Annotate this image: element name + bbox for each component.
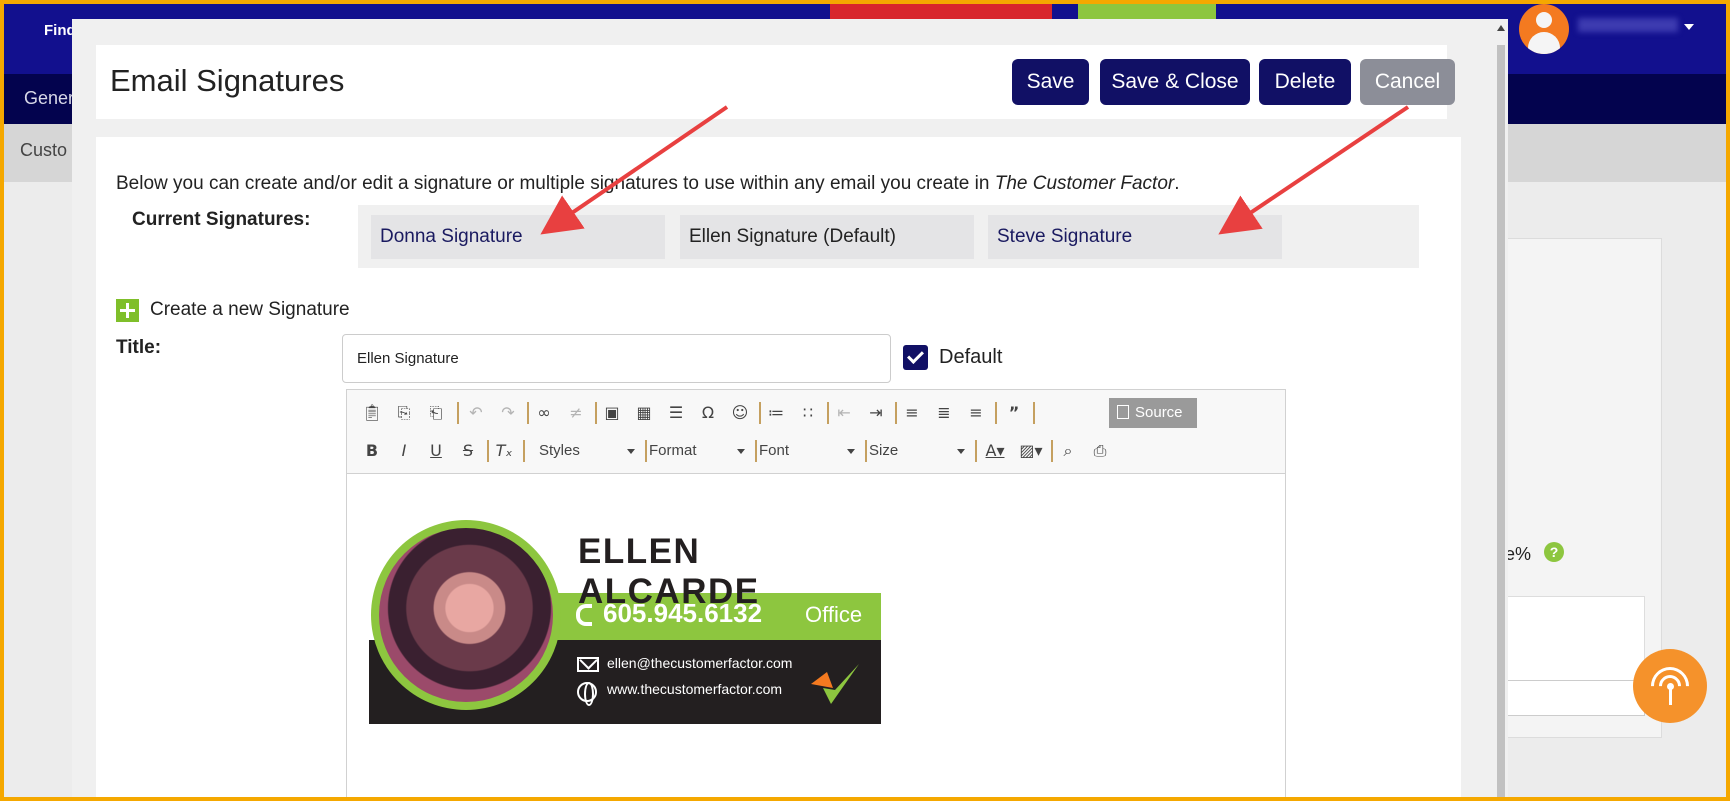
- source-button[interactable]: Source: [1109, 398, 1197, 428]
- cancel-button[interactable]: Cancel: [1360, 59, 1455, 105]
- size-combo[interactable]: Size: [869, 438, 965, 464]
- link-icon[interactable]: ∞: [531, 400, 557, 426]
- smiley-icon[interactable]: ☺: [727, 400, 753, 426]
- print-icon[interactable]: ⎙: [1087, 438, 1113, 464]
- signature-list: Donna Signature Ellen Signature (Default…: [358, 205, 1419, 268]
- paste-text-icon[interactable]: ⎘: [391, 400, 417, 426]
- chat-widget-icon[interactable]: [1633, 649, 1707, 723]
- intro-main: Below you can create and/or edit a signa…: [116, 173, 995, 194]
- rich-text-editor[interactable]: 📋︎ ⎘ ⎗ ↶ ↷ ∞ ≠ ▣ ▦ ☰ Ω ☺ ≔ ∷ ⇤ ⇥ ≡ ≣ ≡ ”…: [346, 389, 1286, 797]
- default-checkbox[interactable]: [903, 345, 928, 370]
- delete-button[interactable]: Delete: [1259, 59, 1351, 105]
- modal-scrollbar[interactable]: [1494, 19, 1508, 797]
- align-center-icon[interactable]: ≣: [931, 400, 957, 426]
- undo-icon[interactable]: ↶: [463, 400, 489, 426]
- profile-photo: [371, 520, 561, 710]
- bulleted-list-icon[interactable]: ∷: [795, 400, 821, 426]
- signature-item-steve[interactable]: Steve Signature: [988, 215, 1282, 259]
- signature-item-donna[interactable]: Donna Signature: [371, 215, 665, 259]
- default-label: Default: [939, 346, 1003, 368]
- align-right-icon[interactable]: ≡: [963, 400, 989, 426]
- save-button[interactable]: Save: [1012, 59, 1089, 105]
- font-combo[interactable]: Font: [759, 438, 855, 464]
- preview-icon[interactable]: ⌕: [1055, 438, 1081, 464]
- paste-icon[interactable]: 📋︎: [359, 400, 385, 426]
- editor-body[interactable]: ELLEN ALCARDE 605.945.6132 Office ellen@…: [347, 474, 1285, 797]
- signature-phone: 605.945.6132: [603, 598, 763, 628]
- styles-combo[interactable]: Styles: [539, 438, 635, 464]
- outdent-icon[interactable]: ⇤: [831, 400, 857, 426]
- clear-format-icon[interactable]: Tₓ: [491, 438, 517, 464]
- create-signature-label: Create a new Signature: [150, 299, 350, 320]
- background-color-icon[interactable]: ▨▾: [1015, 438, 1047, 464]
- signature-item-ellen[interactable]: Ellen Signature (Default): [680, 215, 974, 259]
- current-signatures-label: Current Signatures:: [132, 209, 311, 230]
- editor-toolbar: 📋︎ ⎘ ⎗ ↶ ↷ ∞ ≠ ▣ ▦ ☰ Ω ☺ ≔ ∷ ⇤ ⇥ ≡ ≣ ≡ ”…: [347, 390, 1285, 474]
- special-char-icon[interactable]: Ω: [695, 400, 721, 426]
- user-menu-caret-icon[interactable]: [1684, 24, 1694, 30]
- app-frame: Find Gener Custo e% ? Email Signatures S…: [4, 4, 1726, 797]
- find-label[interactable]: Find: [44, 22, 76, 39]
- unlink-icon[interactable]: ≠: [563, 400, 589, 426]
- underline-icon[interactable]: U: [423, 438, 449, 464]
- size-label: Size: [869, 442, 899, 459]
- intro-brand: The Customer Factor: [994, 173, 1175, 194]
- source-icon: [1117, 405, 1129, 419]
- format-combo[interactable]: Format: [649, 438, 745, 464]
- numbered-list-icon[interactable]: ≔: [763, 400, 789, 426]
- strikethrough-icon[interactable]: S: [455, 438, 481, 464]
- nav-item-general[interactable]: Gener: [24, 88, 74, 109]
- image-icon[interactable]: ▣: [599, 400, 625, 426]
- envelope-icon: [577, 657, 599, 672]
- phone-icon: [576, 604, 592, 626]
- redo-icon[interactable]: ↷: [495, 400, 521, 426]
- italic-icon[interactable]: I: [391, 438, 417, 464]
- intro-end: .: [1174, 173, 1180, 194]
- blurred-username[interactable]: [1578, 18, 1678, 32]
- table-icon[interactable]: ▦: [631, 400, 657, 426]
- blockquote-icon[interactable]: ”: [1001, 400, 1027, 426]
- paste-word-icon[interactable]: ⎗: [423, 400, 449, 426]
- page-title: Email Signatures: [110, 63, 345, 98]
- breadcrumb-customer[interactable]: Custo: [20, 140, 67, 161]
- bold-icon[interactable]: B: [359, 438, 385, 464]
- signature-email: ellen@thecustomerfactor.com: [607, 655, 793, 671]
- horizontal-line-icon[interactable]: ☰: [663, 400, 689, 426]
- background-side-text: e%: [1505, 544, 1532, 564]
- plus-icon: [116, 298, 139, 322]
- intro-text: Below you can create and/or edit a signa…: [116, 173, 1180, 195]
- styles-label: Styles: [539, 442, 580, 459]
- signature-content: Below you can create and/or edit a signa…: [96, 137, 1461, 797]
- title-label: Title:: [116, 337, 162, 358]
- signature-banner: ELLEN ALCARDE 605.945.6132 Office ellen@…: [369, 518, 881, 724]
- signature-website: www.thecustomerfactor.com: [607, 681, 783, 697]
- modal-header: Email Signatures Save Save & Close Delet…: [96, 45, 1455, 119]
- save-close-button[interactable]: Save & Close: [1100, 59, 1250, 105]
- user-avatar-icon[interactable]: [1519, 4, 1569, 54]
- format-label: Format: [649, 442, 697, 459]
- company-logo: [811, 664, 859, 704]
- globe-icon: [577, 682, 597, 706]
- title-input[interactable]: [342, 334, 891, 383]
- font-label: Font: [759, 442, 790, 459]
- indent-icon[interactable]: ⇥: [863, 400, 889, 426]
- signature-phone-type: Office: [805, 602, 863, 627]
- align-left-icon[interactable]: ≡: [899, 400, 925, 426]
- help-icon[interactable]: ?: [1544, 542, 1564, 562]
- email-signatures-modal: Email Signatures Save Save & Close Delet…: [72, 19, 1508, 797]
- source-label: Source: [1135, 404, 1183, 421]
- text-color-icon[interactable]: A▾: [979, 438, 1011, 464]
- create-signature-link[interactable]: Create a new Signature: [116, 297, 350, 323]
